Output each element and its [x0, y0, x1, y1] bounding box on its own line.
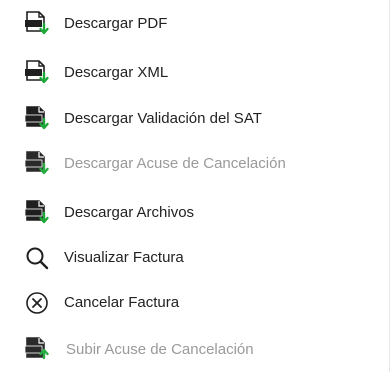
- menu-item-label: Descargar XML: [64, 64, 169, 81]
- menu-item-label: Descargar PDF: [64, 15, 168, 32]
- actions-menu: Descargar PDF Descargar XML Descargar Va…: [0, 0, 390, 372]
- menu-item-download-cancellation-receipt: Descargar Acuse de Cancelación: [0, 143, 385, 183]
- menu-item-label: Descargar Validación del SAT: [64, 110, 262, 127]
- menu-item-label: Visualizar Factura: [64, 249, 184, 266]
- menu-item-label: Subir Acuse de Cancelación: [66, 341, 254, 358]
- cancel-circle-x-icon: [24, 290, 50, 316]
- files-download-icon: [24, 200, 50, 226]
- menu-item-upload-cancellation-receipt: Subir Acuse de Cancelación: [0, 329, 385, 369]
- menu-item-download-files[interactable]: Descargar Archivos: [0, 192, 385, 232]
- cancellation-receipt-download-icon: [24, 151, 50, 177]
- menu-item-label: Descargar Archivos: [64, 204, 195, 221]
- xml-file-download-icon: [24, 60, 50, 86]
- menu-item-label: Cancelar Factura: [64, 294, 180, 311]
- menu-item-download-pdf[interactable]: Descargar PDF: [0, 3, 385, 43]
- menu-item-download-sat-validation[interactable]: Descargar Validación del SAT: [0, 98, 385, 138]
- menu-item-label: Descargar Acuse de Cancelación: [64, 155, 286, 172]
- menu-item-cancel-invoice[interactable]: Cancelar Factura: [0, 282, 385, 322]
- upload-receipt-icon: [24, 337, 50, 363]
- menu-item-download-xml[interactable]: Descargar XML: [0, 52, 385, 92]
- menu-item-view-invoice[interactable]: Visualizar Factura: [0, 237, 385, 277]
- sat-validation-download-icon: [24, 106, 50, 132]
- magnifier-icon: [24, 245, 50, 271]
- pdf-file-download-icon: [24, 11, 50, 37]
